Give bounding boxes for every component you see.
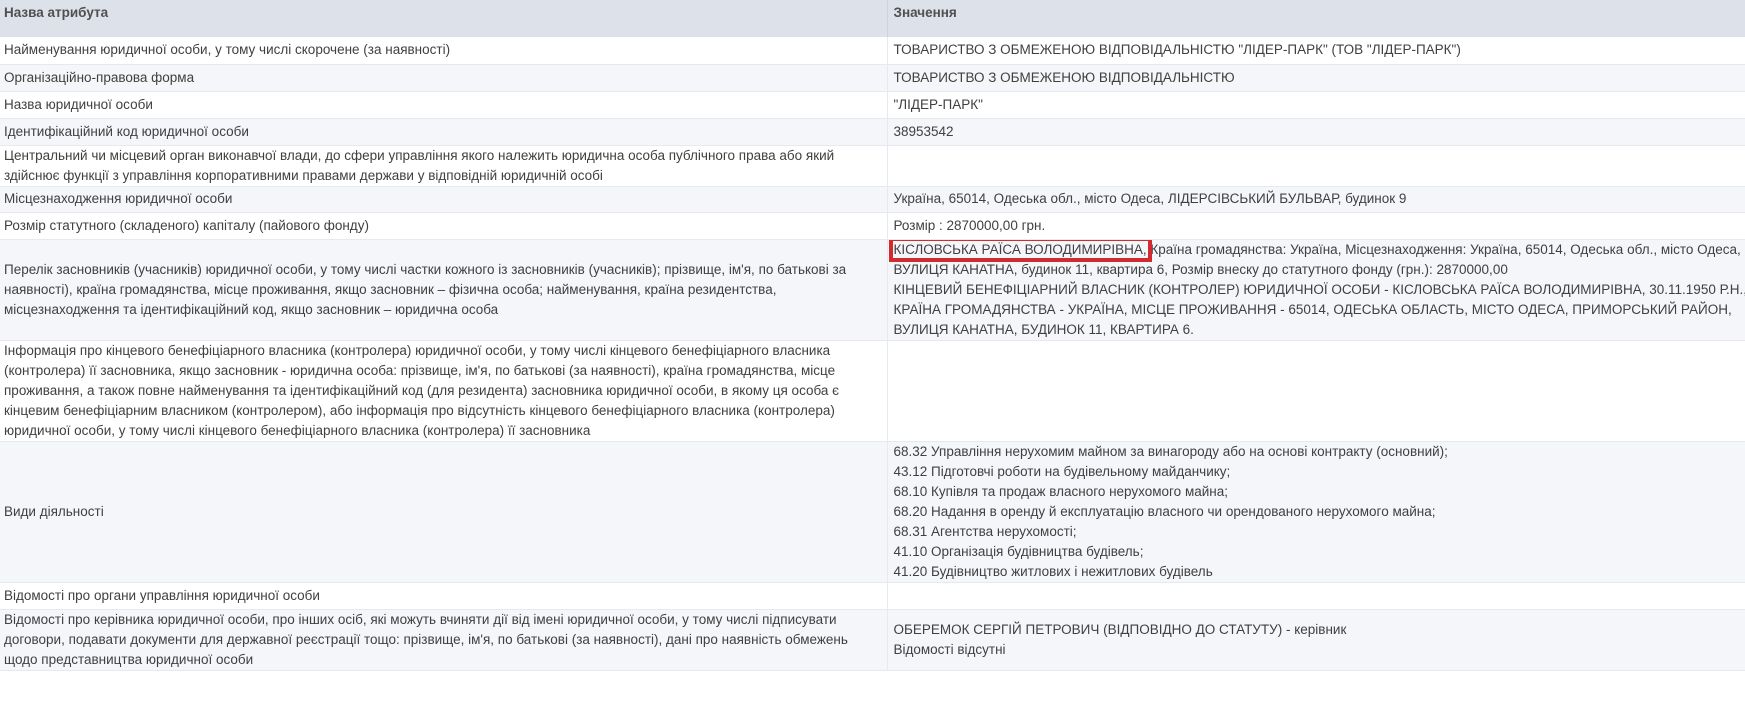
attribute-name-line: Місцезнаходження юридичної особи <box>4 191 233 206</box>
attribute-value-line: 41.20 Будівництво житлових і нежитлових … <box>893 563 1213 579</box>
table-row: Назва юридичної особи "ЛІДЕР-ПАРК" <box>0 91 1745 119</box>
table-row: Перелік засновників (учасників) юридично… <box>0 239 1745 341</box>
attribute-value-line: "ЛІДЕР-ПАРК" <box>893 96 983 112</box>
table-row: Розмір статутного (складеного) капіталу … <box>0 212 1745 240</box>
attribute-name-cell: Інформація про кінцевого бенефіціарного … <box>0 340 888 442</box>
attribute-name-line: юридичної особи, у тому числі кінцевого … <box>4 422 591 438</box>
attribute-value-line: ВУЛИЦЯ КАНАТНА, будинок 11, квартира 6, … <box>893 261 1508 277</box>
attribute-value-line: ВУЛИЦЯ КАНАТНА, БУДИНОК 11, КВАРТИРА 6. <box>893 321 1194 337</box>
table-row: Відомості про керівника юридичної особи,… <box>0 609 1745 671</box>
attribute-value-line: 68.10 Купівля та продаж власного нерухом… <box>893 483 1229 499</box>
attribute-value-cell <box>887 582 1745 610</box>
attribute-value-line: ОБЕРЕМОК СЕРГІЙ ПЕТРОВИЧ (ВІДПОВІДНО ДО … <box>893 621 1347 637</box>
table-row: Види діяльності 68.32 Управління нерухоми… <box>0 441 1745 583</box>
table-row: Інформація про кінцевого бенефіціарного … <box>0 340 1745 442</box>
attribute-value-cell: ТОВАРИСТВО З ОБМЕЖЕНОЮ ВІДПОВІДАЛЬНІСТЮ <box>887 64 1745 92</box>
column-header-value[interactable]: Значення <box>887 0 1745 37</box>
attribute-value-cell <box>887 145 1745 187</box>
attribute-name-cell: Відомості про керівника юридичної особи,… <box>0 609 888 671</box>
attribute-name-line: Назва юридичної особи <box>4 96 153 112</box>
attribute-name-cell: Види діяльності <box>0 441 888 583</box>
attribute-value-line: ТОВАРИСТВО З ОБМЕЖЕНОЮ ВІДПОВІДАЛЬНІСТЮ <box>893 69 1235 85</box>
attribute-value-line: Відомості відсутні <box>893 641 1006 657</box>
attribute-value-line: ТОВАРИСТВО З ОБМЕЖЕНОЮ ВІДПОВІДАЛЬНІСТЮ … <box>893 42 1461 58</box>
attribute-name-line: проживання, а також повне найменування т… <box>4 382 840 398</box>
attribute-name-line: Відомості про органи управління юридично… <box>4 587 320 603</box>
attribute-name-line: Відомості про керівника юридичної особи,… <box>4 611 837 627</box>
table-header: Назва атрибута Значення <box>0 0 1745 37</box>
attribute-name-cell: Місцезнаходження юридичної особи <box>0 186 888 213</box>
attribute-name-cell: Центральний чи місцевий орган виконавчої… <box>0 145 888 187</box>
table-row: Організаційно-правова форма ТОВАРИСТВО З … <box>0 64 1745 92</box>
attribute-name-line: здійснює функції з управління корпоратив… <box>4 167 603 183</box>
attribute-value-cell: ОБЕРЕМОК СЕРГІЙ ПЕТРОВИЧ (ВІДПОВІДНО ДО … <box>887 609 1745 671</box>
attribute-name-cell: Ідентифікаційний код юридичної особи <box>0 118 888 146</box>
attribute-value-cell: Розмір : 2870000,00 грн. <box>887 212 1745 240</box>
attribute-value-cell: ТОВАРИСТВО З ОБМЕЖЕНОЮ ВІДПОВІДАЛЬНІСТЮ … <box>887 37 1745 65</box>
attribute-name-line: договори, подавати документи для державн… <box>4 631 848 647</box>
attribute-name-cell: Організаційно-правова форма <box>0 64 888 92</box>
attribute-value-line: Розмір : 2870000,00 грн. <box>893 217 1046 233</box>
attribute-value-cell: Україна, 65014, Одеська обл., місто Одес… <box>887 186 1745 213</box>
attribute-value-cell: 38953542 <box>887 118 1745 146</box>
attribute-value-line: 43.12 Підготовчі роботи на будівельному … <box>893 463 1231 479</box>
highlighted-founder-name: КІСЛОВСЬКА РАЇСА ВОЛОДИМИРІВНА, <box>888 239 1152 262</box>
attribute-name-line: Перелік засновників (учасників) юридично… <box>4 261 847 277</box>
table-row: Місцезнаходження юридичної особи Україна,… <box>0 186 1745 213</box>
attribute-value-cell: 68.32 Управління нерухомим майном за вин… <box>887 441 1745 583</box>
attribute-value-cell: КІСЛОВСЬКА РАЇСА ВОЛОДИМИРІВНА, Країна г… <box>887 239 1745 341</box>
attribute-value-line: 68.20 Надання в оренду й експлуатацію вл… <box>893 503 1436 519</box>
attribute-name-cell: Перелік засновників (учасників) юридично… <box>0 239 888 341</box>
attribute-name-line: Центральний чи місцевий орган виконавчої… <box>4 147 835 163</box>
table-row: Найменування юридичної особи, у тому чис… <box>0 37 1745 65</box>
attribute-name-line: кінцевим бенефіціарним власником (контро… <box>4 402 835 418</box>
attribute-value-line: КІСЛОВСЬКА РАЇСА ВОЛОДИМИРІВНА, Країна г… <box>888 239 1745 262</box>
attribute-value-line: 38953542 <box>893 123 954 139</box>
attribute-value-line: 68.31 Агентства нерухомості; <box>893 523 1077 539</box>
attribute-name-cell: Найменування юридичної особи, у тому чис… <box>0 37 888 65</box>
attribute-value-line: 68.32 Управління нерухомим майном за вин… <box>893 443 1448 459</box>
attribute-name-line: місцезнаходження та ідентифікаційний код… <box>4 301 499 317</box>
table-row: Ідентифікаційний код юридичної особи 3895… <box>0 118 1745 146</box>
attribute-name-line: Інформація про кінцевого бенефіціарного … <box>4 342 831 358</box>
attribute-name-line: Розмір статутного (складеного) капіталу … <box>4 217 369 233</box>
attribute-name-line: (контролера) її засновника, якщо засновн… <box>4 362 836 378</box>
attribute-name-line: Види діяльності <box>4 503 104 519</box>
attribute-value-cell <box>887 340 1745 442</box>
attribute-value-cell: "ЛІДЕР-ПАРК" <box>887 91 1745 119</box>
attribute-name-cell: Відомості про органи управління юридично… <box>0 582 888 610</box>
attribute-name-cell: Назва юридичної особи <box>0 91 888 119</box>
attribute-name-cell: Розмір статутного (складеного) капіталу … <box>0 212 888 240</box>
attribute-name-line: Ідентифікаційний код юридичної особи <box>4 123 249 139</box>
column-header-attribute[interactable]: Назва атрибута <box>0 0 888 37</box>
attribute-value-line: КІНЦЕВИЙ БЕНЕФІЦІАРНИЙ ВЛАСНИК (КОНТРОЛЕ… <box>893 281 1745 297</box>
founder-details-text: Країна громадянства: Україна, Місцезнахо… <box>1146 241 1741 257</box>
attribute-value-line: 41.10 Організація будівництва будівель; <box>893 543 1144 559</box>
table-row: Центральний чи місцевий орган виконавчої… <box>0 145 1745 187</box>
attribute-name-line: наявності), країна громадянства, місце п… <box>4 281 777 297</box>
table-row: Відомості про органи управління юридично… <box>0 582 1745 610</box>
attribute-name-line: Найменування юридичної особи, у тому чис… <box>4 42 451 58</box>
attribute-value-line: КРАЇНА ГРОМАДЯНСТВА - УКРАЇНА, МІСЦЕ ПРО… <box>893 301 1732 317</box>
attribute-name-line: щодо представництва юридичної особи <box>4 651 254 667</box>
attributes-table: Назва атрибута Значення Найменування юри… <box>0 0 1745 671</box>
attribute-name-line: Організаційно-правова форма <box>4 69 195 85</box>
attribute-value-line: Україна, 65014, Одеська обл., місто Одес… <box>893 191 1407 206</box>
